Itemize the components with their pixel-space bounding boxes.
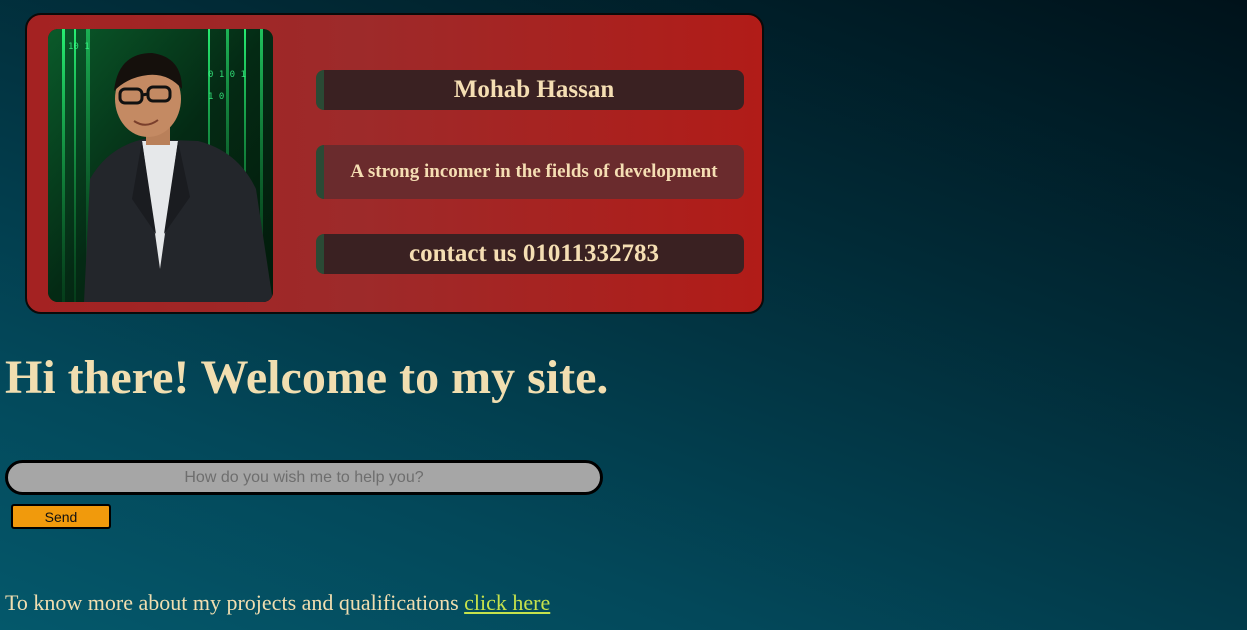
more-info-line: To know more about my projects and quali… — [5, 590, 550, 616]
svg-text:0 1 0 1: 0 1 0 1 — [208, 70, 246, 80]
profile-photo: 0 1 0 1 1 1 0 10 1 — [48, 29, 273, 302]
profile-contact: contact us 01011332783 — [316, 234, 744, 274]
help-request-input[interactable] — [5, 460, 603, 495]
svg-text:10 1: 10 1 — [68, 42, 90, 52]
welcome-heading: Hi there! Welcome to my site. — [5, 351, 609, 404]
projects-link[interactable]: click here — [464, 590, 550, 615]
svg-text:1 0: 1 0 — [208, 92, 224, 102]
more-info-text: To know more about my projects and quali… — [5, 590, 465, 615]
send-button[interactable]: Send — [11, 504, 111, 529]
profile-tagline: A strong incomer in the fields of develo… — [316, 145, 744, 199]
profile-name: Mohab Hassan — [316, 70, 744, 110]
profile-card: 0 1 0 1 1 1 0 10 1 Mohab — [25, 13, 764, 314]
